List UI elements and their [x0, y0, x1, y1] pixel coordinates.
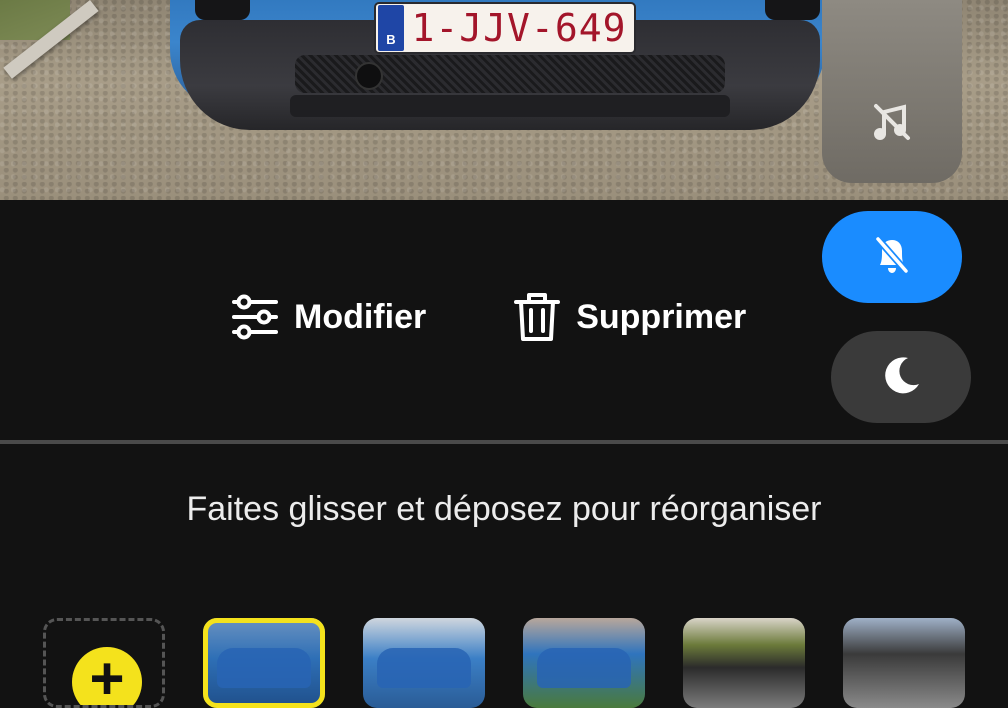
- do-not-disturb-toggle[interactable]: [831, 331, 971, 423]
- plate-number: 1-JJV-649: [411, 6, 627, 50]
- sliders-icon: [230, 292, 280, 342]
- thumbnail-car-interior[interactable]: [843, 618, 965, 708]
- add-photo-button[interactable]: +: [43, 618, 165, 708]
- car-bumper-strip: [290, 95, 730, 117]
- thumbnail-car-dashboard[interactable]: [683, 618, 805, 708]
- music-off-icon: [870, 100, 914, 149]
- divider: [0, 440, 1008, 444]
- car-lamp-right: [765, 0, 820, 20]
- moon-icon: [878, 352, 924, 403]
- edit-label: Modifier: [294, 297, 427, 336]
- delete-label: Supprimer: [576, 297, 747, 336]
- thumbnail-car-front[interactable]: [203, 618, 325, 708]
- thumbnail-strip: +: [43, 618, 965, 708]
- thumbnail-car-rear[interactable]: [523, 618, 645, 708]
- bell-off-icon: [868, 231, 916, 284]
- license-plate: B 1-JJV-649: [374, 2, 636, 54]
- car-sensor: [355, 62, 383, 90]
- thumbnail-car-shape: [217, 648, 311, 688]
- silent-mode-toggle[interactable]: [822, 211, 962, 303]
- plus-icon: +: [72, 647, 142, 705]
- plate-country-badge: B: [378, 5, 404, 51]
- thumbnail-car-side[interactable]: [363, 618, 485, 708]
- reorder-hint: Faites glisser et déposez pour réorganis…: [186, 490, 822, 528]
- thumbnail-car-shape: [537, 648, 631, 688]
- thumbnail-car-shape: [377, 648, 471, 688]
- music-toggle[interactable]: [822, 0, 962, 183]
- delete-button[interactable]: Supprimer: [512, 290, 746, 344]
- car-lamp-left: [195, 0, 250, 20]
- edit-button[interactable]: Modifier: [230, 292, 426, 342]
- trash-icon: [512, 290, 562, 344]
- photo-actions: Modifier Supprimer: [230, 290, 746, 344]
